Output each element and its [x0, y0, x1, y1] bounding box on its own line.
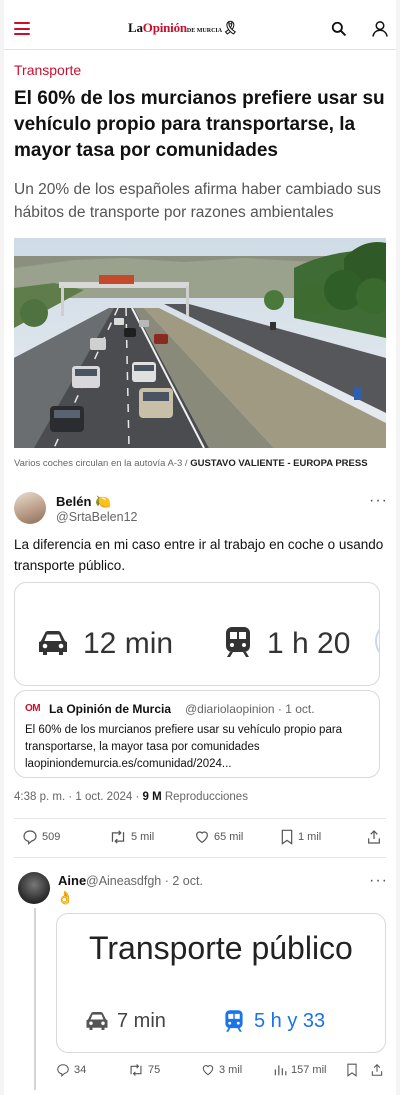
- site-header: LaOpiniónDE MURCIA🎗: [4, 8, 396, 50]
- article-headline: El 60% de los murcianos prefiere usar su…: [14, 88, 385, 161]
- views-count: 157 mil: [291, 1064, 327, 1076]
- thread-line: [34, 908, 36, 1090]
- avatar[interactable]: [14, 492, 46, 524]
- share-icon: [371, 1064, 383, 1076]
- tweet-author-name[interactable]: Aine: [58, 873, 86, 888]
- tweet-media-card[interactable]: 12 min 1 h 20: [14, 582, 380, 686]
- photo-credit: GUSTAVO VALIENTE - EUROPA PRESS: [190, 458, 368, 469]
- retweet-count: 75: [148, 1064, 161, 1076]
- ok-hand-emoji: 👌: [57, 890, 74, 905]
- car-icon: [39, 631, 67, 655]
- reply-icon: [23, 830, 37, 845]
- page: LaOpiniónDE MURCIA🎗 Transporte El 60% de…: [4, 0, 396, 1095]
- menu-icon[interactable]: [14, 22, 30, 35]
- quoted-link[interactable]: laopiniondemurcia.es/comunidad/2024...: [25, 758, 232, 770]
- bookmark-count: 1 mil: [298, 831, 322, 843]
- like-count: 3 mil: [219, 1064, 243, 1076]
- bookmark-button[interactable]: 1 mil: [280, 829, 321, 845]
- retweet-button[interactable]: 75: [128, 1063, 160, 1077]
- bookmark-button[interactable]: [346, 1063, 362, 1077]
- tweet-text: La diferencia en mi caso entre ir al tra…: [14, 537, 384, 573]
- share-button[interactable]: [370, 1063, 388, 1077]
- car-icon: [86, 1012, 108, 1030]
- like-button[interactable]: 65 mil: [194, 829, 243, 845]
- article-subtitle: Un 20% de los españoles afirma haber cam…: [14, 181, 382, 221]
- tweet-time[interactable]: 4:38 p. m. · 1 oct. 2024 ·: [14, 791, 142, 803]
- quoted-author-meta: @diariolaopinion · 1 oct.: [185, 702, 315, 716]
- search-icon[interactable]: [329, 19, 349, 39]
- retweet-count: 5 mil: [131, 831, 155, 843]
- views-chart-icon: [274, 1065, 287, 1076]
- retweet-icon: [130, 1064, 142, 1076]
- tweet-author-handle[interactable]: @Aineasdfgh · 2 oct.: [86, 874, 203, 888]
- tweet-author-handle[interactable]: @SrtaBelen12: [56, 510, 138, 524]
- tweet-media-card[interactable]: Transporte público 7 min 5 h y 33: [56, 913, 386, 1053]
- user-icon[interactable]: [370, 19, 390, 39]
- reply-icon: [57, 1064, 69, 1077]
- article-photo: [14, 238, 386, 448]
- like-count: 65 mil: [214, 831, 244, 843]
- caption-text: Varios coches circulan en la autovía A-3…: [14, 458, 191, 469]
- quoted-text: El 60% de los murcianos prefiere usar su…: [25, 722, 375, 773]
- tweet-author-name[interactable]: Belén 🍋: [56, 494, 111, 510]
- avatar[interactable]: [18, 872, 50, 904]
- divider: [14, 818, 386, 819]
- reply-count: 509: [42, 831, 61, 843]
- share-button[interactable]: [366, 829, 386, 845]
- logo-suffix: DE MURCIA: [186, 28, 223, 34]
- heart-icon: [196, 831, 208, 844]
- transit-time: 5 h y 33: [254, 1010, 326, 1032]
- photo-caption: Varios coches circulan en la autovía A-3…: [14, 458, 368, 469]
- tweet-timestamp: 4:38 p. m. · 1 oct. 2024 · 9 M Reproducc…: [14, 791, 248, 803]
- logo-prefix: La: [128, 20, 143, 35]
- reply-button[interactable]: 34: [56, 1063, 86, 1077]
- views-label: Reproducciones: [161, 791, 248, 803]
- more-options-icon[interactable]: ···: [369, 492, 388, 510]
- more-options-icon[interactable]: ···: [369, 872, 388, 890]
- bookmark-icon: [347, 1063, 357, 1077]
- transit-time: 1 h 20: [267, 627, 351, 660]
- retweet-icon: [111, 830, 125, 844]
- retweet-button[interactable]: 5 mil: [109, 829, 154, 845]
- share-icon: [368, 830, 380, 844]
- car-time: 7 min: [117, 1010, 166, 1032]
- divider: [14, 857, 386, 858]
- reply-count: 34: [74, 1064, 87, 1076]
- quoted-body: El 60% de los murcianos prefiere usar su…: [25, 724, 343, 753]
- views-count: 9 M: [142, 791, 162, 803]
- car-time: 12 min: [83, 627, 174, 660]
- quoted-tweet[interactable]: OM La Opinión de Murcia @diariolaopinion…: [14, 690, 380, 778]
- site-logo[interactable]: LaOpiniónDE MURCIA🎗: [128, 20, 239, 36]
- lemon-emoji: 🍋: [95, 494, 112, 509]
- train-icon: [225, 1010, 243, 1032]
- reply-button[interactable]: 509: [22, 829, 60, 845]
- quoted-avatar-logo: OM: [25, 703, 41, 714]
- quoted-author-name: La Opinión de Murcia: [49, 702, 172, 716]
- bookmark-icon: [281, 829, 293, 845]
- card-edge-circle: [375, 621, 379, 661]
- train-icon: [226, 627, 250, 657]
- mourning-ribbon-icon: 🎗: [222, 20, 239, 35]
- like-button[interactable]: 3 mil: [201, 1063, 242, 1077]
- views-button[interactable]: 157 mil: [273, 1063, 326, 1077]
- logo-main: Opinión: [142, 20, 187, 35]
- card-title: Transporte público: [89, 930, 353, 966]
- heart-icon: [202, 1065, 214, 1076]
- article-category[interactable]: Transporte: [14, 62, 81, 78]
